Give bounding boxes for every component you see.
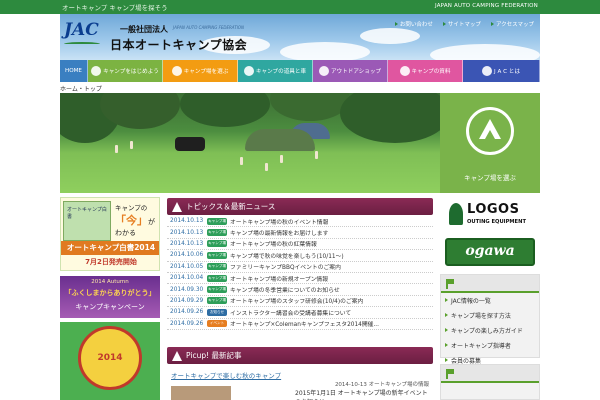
category-badge: イベント: [207, 320, 227, 328]
release-date: 7月2日発売開始: [85, 258, 137, 266]
news-item[interactable]: 2014.09.26 お知らせ インストラクター講習会の受講者募集について: [167, 307, 433, 319]
site-tagline: オートキャンプ キャンプ場を探そう: [62, 4, 168, 12]
sidebar-box-header: [441, 365, 539, 383]
campaign-season: 2014 Autumn: [91, 279, 129, 285]
arrow-icon: [394, 22, 398, 26]
picup-heading: Picup! 最新記事: [167, 347, 433, 364]
nav-gear-and-car[interactable]: キャンプの道具と車: [238, 60, 313, 82]
header-links: お問い合わせ サイトマップ アクセスマップ: [394, 20, 534, 28]
tent-photo: [245, 129, 315, 151]
sidebar-box-header: [441, 275, 539, 293]
leaf-icon: [91, 66, 102, 76]
article-thumbnail[interactable]: [171, 386, 231, 400]
news-item[interactable]: 2014.10.05 キャンプ場 ファミリーキャンプBBQイベントのご案内: [167, 262, 433, 273]
site-header: JAC 一般社団法人 JAPAN AUTO CAMPING FEDERATION…: [60, 14, 540, 60]
campaign-title: 「ふくしまからありがとう」: [64, 289, 156, 297]
ogawa-wordmark: ogawa: [465, 243, 515, 259]
ogawa-sponsor-banner[interactable]: ogawa: [445, 238, 535, 266]
nav-outdoor-shop[interactable]: アウトドアショップ: [313, 60, 388, 82]
nav-home[interactable]: HOME: [60, 60, 88, 82]
org-name[interactable]: 日本オートキャンプ協会: [110, 36, 247, 53]
picup-excerpt: 2015年1月1日 オートキャンプ場の新年イベントのお知らせ: [295, 390, 428, 400]
news-list: 2014.10.13 キャンプ場 オートキャンプ場の秋のイベント情報 2014.10…: [167, 216, 433, 330]
shop-icon: [318, 66, 329, 76]
leaf-logo-icon: [449, 203, 463, 225]
sidebar-link[interactable]: JAC情報の一覧: [441, 293, 539, 308]
campaign-subtitle: キャンプキャンペーン: [75, 303, 145, 311]
tent-icon: [171, 201, 183, 212]
sidebar-box-2: [440, 364, 540, 400]
sidebar-link-box: JAC情報の一覧 キャンプ場を探す方法 キャンプの楽しみ方ガイド オートキャンプ…: [440, 274, 540, 365]
event-banner[interactable]: 2014: [60, 322, 160, 400]
nav-camping-materials[interactable]: キャンプの資料: [388, 60, 463, 82]
whitepaper-cover: オートキャンプ白書: [63, 201, 111, 241]
jac-logo[interactable]: JAC: [64, 20, 102, 48]
category-badge: キャンプ場: [207, 251, 227, 259]
top-strip: オートキャンプ キャンプ場を探そう JAPAN AUTO CAMPING FED…: [0, 0, 600, 14]
news-item[interactable]: 2014.09.29 キャンプ場 オートキャンプ場のスタッフ研修会(10/4)のご案…: [167, 296, 433, 308]
book-icon: [399, 66, 410, 76]
sidebar-link[interactable]: オートキャンプ指導者: [441, 338, 539, 353]
news-item[interactable]: 2014.09.30 キャンプ場 キャンプ場の冬季営業についてのお知らせ: [167, 284, 433, 296]
news-item[interactable]: 2014.10.06 キャンプ場 キャンプ場で秋の味覚を楽しもう(10/11～): [167, 250, 433, 262]
campfire-icon: [171, 350, 183, 361]
hero-image: [60, 93, 440, 193]
category-badge: お知らせ: [207, 308, 227, 316]
news-heading: トピックス＆最新ニュース: [167, 198, 433, 215]
banner-text: 「今」がわかる: [115, 214, 155, 237]
whitepaper-banner[interactable]: オートキャンプ白書 キャンプの 「今」がわかる オートキャンプ白書2014 7月…: [60, 197, 160, 271]
category-badge: キャンプ場: [207, 297, 227, 305]
tent-icon: [171, 66, 182, 76]
car-photo: [175, 137, 205, 151]
news-item[interactable]: 2014.10.04 キャンプ場 オートキャンプ場の新規オープン情報: [167, 273, 433, 285]
event-emblem: 2014: [78, 326, 142, 390]
nav-start-camping[interactable]: キャンプをはじめよう: [88, 60, 163, 82]
picup-meta: 2014-10-13 オートキャンプ場の情報: [334, 382, 429, 388]
access-map-link[interactable]: アクセスマップ: [490, 20, 534, 28]
gear-icon: [243, 66, 254, 76]
org-english-name: JAPAN AUTO CAMPING FEDERATION: [173, 25, 245, 30]
sitemap-link[interactable]: サイトマップ: [442, 20, 481, 28]
flag-icon: [446, 369, 456, 379]
logos-tagline: OUTING EQUIPMENT: [467, 219, 526, 225]
sidebar-link[interactable]: キャンプの楽しみ方ガイド: [441, 323, 539, 338]
sidebar-link[interactable]: キャンプ場を探す方法: [441, 308, 539, 323]
breadcrumb: ホーム・トップ: [60, 86, 102, 93]
org-prefix: 一般社団法人: [120, 25, 168, 34]
category-badge: キャンプ場: [207, 229, 227, 237]
flag-icon: [446, 279, 456, 289]
news-item[interactable]: 2014.10.13 キャンプ場 オートキャンプ場の秋の紅葉情報: [167, 239, 433, 251]
arrow-icon: [442, 22, 446, 26]
choose-campsite-cta[interactable]: キャンプ場を選ぶ: [440, 93, 540, 193]
picup-article: オートキャンプで楽しむ秋のキャンプ 2014-10-13 オートキャンプ場の情報…: [167, 364, 433, 400]
category-badge: キャンプ場: [207, 286, 227, 294]
whitepaper-title: オートキャンプ白書2014: [61, 241, 159, 255]
category-badge: キャンプ場: [207, 263, 227, 271]
nav-about-jac[interactable]: J A C とは: [463, 60, 540, 82]
news-item[interactable]: 2014.09.26 イベント オートキャンプ×Colemanキャンプフェスタ201…: [167, 319, 433, 330]
campaign-banner[interactable]: 2014 Autumn 「ふくしまからありがとう」 キャンプキャンペーン: [60, 276, 160, 318]
main-nav: HOME キャンプをはじめよう キャンプ場を選ぶ キャンプの道具と車 アウトドア…: [60, 60, 540, 82]
news-item[interactable]: 2014.10.13 キャンプ場 オートキャンプ場の秋のイベント情報: [167, 216, 433, 228]
category-badge: キャンプ場: [207, 240, 227, 248]
cta-label: キャンプ場を選ぶ: [464, 174, 516, 182]
english-org-name: JAPAN AUTO CAMPING FEDERATION: [434, 3, 538, 9]
contact-link[interactable]: お問い合わせ: [394, 20, 433, 28]
news-item[interactable]: 2014.10.13 キャンプ場 キャンプ場の最新情報をお届けします: [167, 227, 433, 239]
banner-text: キャンプの: [115, 204, 148, 212]
logos-wordmark: LOGOS: [467, 202, 520, 217]
nav-choose-campsite[interactable]: キャンプ場を選ぶ: [163, 60, 238, 82]
category-badge: キャンプ場: [207, 274, 227, 282]
arrow-icon: [490, 22, 494, 26]
logos-sponsor-banner[interactable]: LOGOS OUTING EQUIPMENT: [445, 199, 537, 231]
question-icon: [482, 66, 493, 76]
category-badge: キャンプ場: [207, 217, 227, 225]
picup-title-link[interactable]: オートキャンプで楽しむ秋のキャンプ: [171, 370, 281, 380]
